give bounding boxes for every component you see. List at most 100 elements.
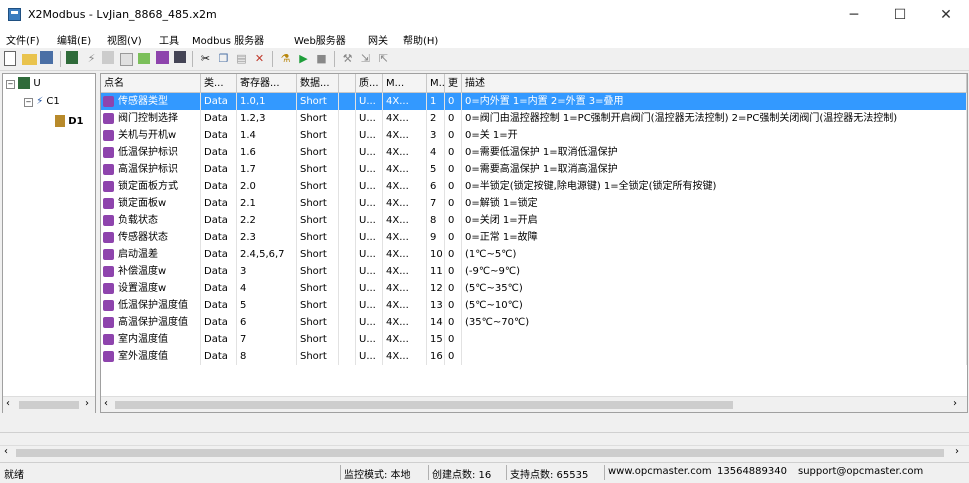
grid-hscrollbar[interactable]: ‹ › <box>101 396 967 412</box>
tree-device-node[interactable]: D1 <box>55 115 83 127</box>
cell-reg: 2.1 <box>237 195 297 212</box>
header-register[interactable]: 寄存器... <box>237 74 297 93</box>
header-data-type[interactable]: 数据... <box>297 74 339 93</box>
cell-m2: 6 <box>427 178 445 195</box>
cell-m2: 8 <box>427 212 445 229</box>
menu-view[interactable]: 视图(V) <box>107 32 142 47</box>
table-row[interactable]: 设置温度w Data 4 Short U... 4X... 12 0 (5℃~35℃) <box>101 280 967 297</box>
tag-icon[interactable] <box>102 51 114 64</box>
export-icon[interactable] <box>138 53 150 64</box>
paste-icon[interactable]: ▤ <box>234 51 249 66</box>
menu-edit[interactable]: 编辑(E) <box>57 32 91 47</box>
menu-help[interactable]: 帮助(H) <box>403 32 438 47</box>
table-row[interactable]: 低温保护温度值 Data 5 Short U... 4X... 13 0 (5℃~10℃) <box>101 297 967 314</box>
scroll-right-icon[interactable]: › <box>953 398 957 409</box>
menu-modbus-server[interactable]: Modbus 服务器 <box>192 32 264 47</box>
tree-channel-node[interactable]: − ⚡ C1 <box>24 96 60 107</box>
table-row[interactable]: 阀门控制选择 Data 1.2,3 Short U... 4X... 2 0 0=阀门由温控器控… <box>101 110 967 127</box>
delete-icon[interactable]: ✕ <box>252 51 267 66</box>
header-type[interactable]: 类... <box>201 74 237 93</box>
save-icon[interactable] <box>40 51 53 64</box>
table-row[interactable]: 高温保护标识 Data 1.7 Short U... 4X... 5 0 0=需要高温保护 1=… <box>101 161 967 178</box>
table-row[interactable]: 锁定面板w Data 2.1 Short U... 4X... 7 0 0=解锁 1=锁定 <box>101 195 967 212</box>
table-row[interactable]: 负载状态 Data 2.2 Short U... 4X... 8 0 0=关闭 1=开启 <box>101 212 967 229</box>
scroll-left-icon[interactable]: ‹ <box>104 398 108 409</box>
open-icon[interactable] <box>22 54 37 65</box>
menu-tools[interactable]: 工具 <box>159 32 179 47</box>
collapse-icon[interactable]: − <box>6 80 15 89</box>
cell-type: Data <box>201 348 237 365</box>
header-description[interactable]: 描述 <box>462 74 967 93</box>
menu-file[interactable]: 文件(F) <box>6 32 40 47</box>
tag-icon <box>103 334 114 345</box>
cell-u: 0 <box>445 144 462 161</box>
header-m1[interactable]: M... <box>383 74 427 93</box>
cell-u: 0 <box>445 246 462 263</box>
log-hscrollbar[interactable]: ‹ › <box>0 445 969 461</box>
toolbar: ⚡ ✂ ❐ ▤ ✕ ⚗ ▶ ■ ⚒ ⇲ ⇱ <box>0 48 969 71</box>
scroll-thumb[interactable] <box>19 401 79 409</box>
table-row[interactable]: 锁定面板方式 Data 2.0 Short U... 4X... 6 0 0=半锁定(锁定按键,… <box>101 178 967 195</box>
scroll-right-icon[interactable]: › <box>85 398 89 409</box>
table-row[interactable]: 传感器类型 Data 1.0,1 Short U... 4X... 1 0 0=内外置 1=内置… <box>101 93 967 110</box>
cell-tag-name: 负载状态 <box>118 215 158 226</box>
channel-icon[interactable] <box>66 51 78 64</box>
app-icon <box>8 8 21 21</box>
maximize-button[interactable]: ☐ <box>877 0 923 30</box>
cell-tag-name: 传感器类型 <box>118 96 168 107</box>
collapse-icon[interactable]: − <box>24 98 33 107</box>
tree-root-node[interactable]: − U <box>6 77 41 89</box>
header-m2[interactable]: M... <box>427 74 445 93</box>
monitor-icon[interactable]: ⚗ <box>278 51 293 66</box>
export-tags-icon[interactable]: ⇱ <box>376 51 391 66</box>
settings-icon[interactable] <box>156 51 169 64</box>
tag-grid: 点名类...寄存器...数据...质...M...M...更描述 传感器类型Da… <box>100 73 968 413</box>
table-row[interactable]: 室外温度值 Data 8 Short U... 4X... 16 0 <box>101 348 967 365</box>
cell-m1: 4X... <box>383 110 427 127</box>
header-update[interactable]: 更 <box>445 74 462 93</box>
scroll-left-icon[interactable]: ‹ <box>4 446 8 457</box>
cell-q: U... <box>356 127 383 144</box>
table-row[interactable]: 传感器状态 Data 2.3 Short U... 4X... 9 0 0=正常 1=故障 <box>101 229 967 246</box>
cell-blank <box>339 144 356 161</box>
log-pane: ‹ › <box>0 432 969 461</box>
close-button[interactable]: ✕ <box>923 0 969 30</box>
menu-web-server[interactable]: Web服务器 <box>294 32 346 47</box>
cell-m2: 11 <box>427 263 445 280</box>
table-row[interactable]: 启动温差 Data 2.4,5,6,7 Short U... 4X... 10 0 (1℃~5℃… <box>101 246 967 263</box>
tag-icon <box>103 317 114 328</box>
cell-type: Data <box>201 331 237 348</box>
cell-desc: (35℃~70℃) <box>462 314 967 331</box>
channel-icon: ⚡ <box>36 96 44 107</box>
tools-icon[interactable]: ⚒ <box>340 51 355 66</box>
cell-name: 传感器类型 <box>101 93 201 110</box>
table-row[interactable]: 补偿温度w Data 3 Short U... 4X... 11 0 (-9℃~9℃) <box>101 263 967 280</box>
stop-icon[interactable]: ■ <box>314 51 329 66</box>
header-tag-name[interactable]: 点名 <box>101 74 201 93</box>
properties-icon[interactable] <box>174 51 186 63</box>
minimize-button[interactable]: ─ <box>831 0 877 30</box>
header-blank[interactable] <box>339 74 356 93</box>
scroll-thumb[interactable] <box>115 401 733 409</box>
scroll-thumb[interactable] <box>16 449 944 457</box>
run-icon[interactable]: ▶ <box>296 51 311 66</box>
new-icon[interactable] <box>4 51 16 66</box>
tree-hscrollbar[interactable]: ‹ › <box>3 396 95 413</box>
copy-icon[interactable]: ❐ <box>216 51 231 66</box>
table-row[interactable]: 低温保护标识 Data 1.6 Short U... 4X... 4 0 0=需要低温保护 1=… <box>101 144 967 161</box>
cell-dtype: Short <box>297 110 339 127</box>
header-quality[interactable]: 质... <box>356 74 383 93</box>
cut-icon[interactable]: ✂ <box>198 51 213 66</box>
scroll-right-icon[interactable]: › <box>955 446 959 457</box>
menu-gateway[interactable]: 网关 <box>368 32 388 47</box>
tag-icon <box>103 164 114 175</box>
import-tags-icon[interactable]: ⇲ <box>358 51 373 66</box>
table-row[interactable]: 关机与开机w Data 1.4 Short U... 4X... 3 0 0=关 1=开 <box>101 127 967 144</box>
cell-m2: 1 <box>427 93 445 110</box>
device-icon[interactable]: ⚡ <box>84 51 99 66</box>
tag-icon <box>103 147 114 158</box>
scroll-left-icon[interactable]: ‹ <box>6 398 10 409</box>
import-icon[interactable] <box>120 53 133 66</box>
table-row[interactable]: 室内温度值 Data 7 Short U... 4X... 15 0 <box>101 331 967 348</box>
table-row[interactable]: 高温保护温度值 Data 6 Short U... 4X... 14 0 (35℃~70℃) <box>101 314 967 331</box>
